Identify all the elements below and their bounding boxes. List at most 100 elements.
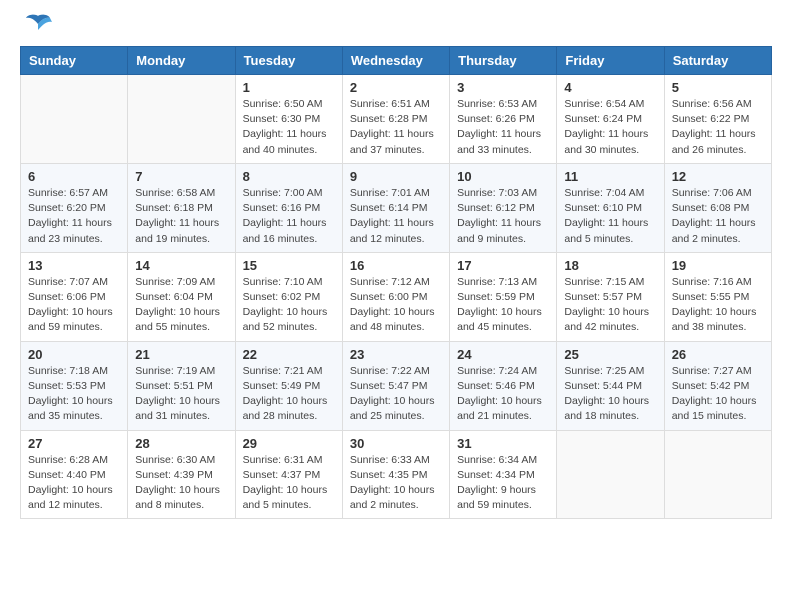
day-number: 29 — [243, 436, 335, 451]
day-number: 13 — [28, 258, 120, 273]
day-info: Sunrise: 7:10 AMSunset: 6:02 PMDaylight:… — [243, 275, 335, 336]
day-number: 1 — [243, 80, 335, 95]
day-number: 2 — [350, 80, 442, 95]
calendar-cell: 17Sunrise: 7:13 AMSunset: 5:59 PMDayligh… — [450, 252, 557, 341]
weekday-header: Thursday — [450, 47, 557, 75]
day-info: Sunrise: 7:19 AMSunset: 5:51 PMDaylight:… — [135, 364, 227, 425]
day-number: 15 — [243, 258, 335, 273]
weekday-header: Sunday — [21, 47, 128, 75]
day-number: 21 — [135, 347, 227, 362]
logo-bird-icon — [24, 14, 52, 36]
day-info: Sunrise: 7:12 AMSunset: 6:00 PMDaylight:… — [350, 275, 442, 336]
calendar-cell: 25 Sunrise: 7:25 AMSunset: 5:44 PMDayligh… — [557, 341, 664, 430]
calendar-cell: 23 Sunrise: 7:22 AMSunset: 5:47 PMDayligh… — [342, 341, 449, 430]
day-number: 18 — [564, 258, 656, 273]
day-number: 11 — [564, 169, 656, 184]
day-number: 27 — [28, 436, 120, 451]
day-info: Sunrise: 6:58 AMSunset: 6:18 PMDaylight:… — [135, 186, 227, 247]
day-number: 31 — [457, 436, 549, 451]
day-info: Sunrise: 7:21 AMSunset: 5:49 PMDaylight:… — [243, 364, 335, 425]
calendar-cell: 8 Sunrise: 7:00 AMSunset: 6:16 PMDaylight… — [235, 163, 342, 252]
day-number: 8 — [243, 169, 335, 184]
calendar-week-row: 1 Sunrise: 6:50 AMSunset: 6:30 PMDaylight… — [21, 75, 772, 164]
day-number: 10 — [457, 169, 549, 184]
calendar-cell: 4 Sunrise: 6:54 AMSunset: 6:24 PMDaylight… — [557, 75, 664, 164]
day-info: Sunrise: 7:16 AMSunset: 5:55 PMDaylight:… — [672, 275, 764, 336]
day-number: 16 — [350, 258, 442, 273]
calendar-cell: 27Sunrise: 6:28 AMSunset: 4:40 PMDayligh… — [21, 430, 128, 519]
calendar-cell: 7 Sunrise: 6:58 AMSunset: 6:18 PMDaylight… — [128, 163, 235, 252]
calendar-cell: 18 Sunrise: 7:15 AMSunset: 5:57 PMDayligh… — [557, 252, 664, 341]
calendar-cell: 26 Sunrise: 7:27 AMSunset: 5:42 PMDayligh… — [664, 341, 771, 430]
day-info: Sunrise: 7:01 AMSunset: 6:14 PMDaylight:… — [350, 186, 442, 247]
day-info: Sunrise: 6:51 AMSunset: 6:28 PMDaylight:… — [350, 97, 442, 158]
calendar-cell: 24 Sunrise: 7:24 AMSunset: 5:46 PMDayligh… — [450, 341, 557, 430]
day-number: 7 — [135, 169, 227, 184]
weekday-header: Friday — [557, 47, 664, 75]
calendar-cell: 16 Sunrise: 7:12 AMSunset: 6:00 PMDayligh… — [342, 252, 449, 341]
day-info: Sunrise: 6:50 AMSunset: 6:30 PMDaylight:… — [243, 97, 335, 158]
day-number: 20 — [28, 347, 120, 362]
day-number: 24 — [457, 347, 549, 362]
calendar-cell: 1 Sunrise: 6:50 AMSunset: 6:30 PMDaylight… — [235, 75, 342, 164]
calendar-cell: 12 Sunrise: 7:06 AMSunset: 6:08 PMDayligh… — [664, 163, 771, 252]
calendar-cell: 20 Sunrise: 7:18 AMSunset: 5:53 PMDayligh… — [21, 341, 128, 430]
calendar-cell — [21, 75, 128, 164]
day-number: 12 — [672, 169, 764, 184]
day-info: Sunrise: 7:18 AMSunset: 5:53 PMDaylight:… — [28, 364, 120, 425]
day-info: Sunrise: 6:30 AMSunset: 4:39 PMDaylight:… — [135, 453, 227, 514]
weekday-header: Tuesday — [235, 47, 342, 75]
day-info: Sunrise: 6:54 AMSunset: 6:24 PMDaylight:… — [564, 97, 656, 158]
day-info: Sunrise: 7:03 AMSunset: 6:12 PMDaylight:… — [457, 186, 549, 247]
day-number: 14 — [135, 258, 227, 273]
calendar-cell: 5 Sunrise: 6:56 AMSunset: 6:22 PMDaylight… — [664, 75, 771, 164]
page-header — [20, 20, 772, 36]
calendar-cell: 3 Sunrise: 6:53 AMSunset: 6:26 PMDaylight… — [450, 75, 557, 164]
day-info: Sunrise: 7:09 AMSunset: 6:04 PMDaylight:… — [135, 275, 227, 336]
calendar-cell: 14 Sunrise: 7:09 AMSunset: 6:04 PMDayligh… — [128, 252, 235, 341]
calendar-cell: 28 Sunrise: 6:30 AMSunset: 4:39 PMDayligh… — [128, 430, 235, 519]
calendar-cell — [664, 430, 771, 519]
day-number: 5 — [672, 80, 764, 95]
calendar-cell: 6 Sunrise: 6:57 AMSunset: 6:20 PMDaylight… — [21, 163, 128, 252]
day-info: Sunrise: 7:06 AMSunset: 6:08 PMDaylight:… — [672, 186, 764, 247]
day-info: Sunrise: 7:24 AMSunset: 5:46 PMDaylight:… — [457, 364, 549, 425]
calendar-cell — [557, 430, 664, 519]
calendar-week-row: 20 Sunrise: 7:18 AMSunset: 5:53 PMDayligh… — [21, 341, 772, 430]
day-info: Sunrise: 6:57 AMSunset: 6:20 PMDaylight:… — [28, 186, 120, 247]
calendar-cell: 31 Sunrise: 6:34 AMSunset: 4:34 PMDayligh… — [450, 430, 557, 519]
day-info: Sunrise: 7:15 AMSunset: 5:57 PMDaylight:… — [564, 275, 656, 336]
day-number: 25 — [564, 347, 656, 362]
calendar-cell: 11 Sunrise: 7:04 AMSunset: 6:10 PMDayligh… — [557, 163, 664, 252]
day-info: Sunrise: 7:00 AMSunset: 6:16 PMDaylight:… — [243, 186, 335, 247]
day-number: 4 — [564, 80, 656, 95]
calendar-week-row: 13 Sunrise: 7:07 AMSunset: 6:06 PMDayligh… — [21, 252, 772, 341]
day-info: Sunrise: 6:31 AMSunset: 4:37 PMDaylight:… — [243, 453, 335, 514]
calendar-cell: 22Sunrise: 7:21 AMSunset: 5:49 PMDayligh… — [235, 341, 342, 430]
day-info: Sunrise: 7:07 AMSunset: 6:06 PMDaylight:… — [28, 275, 120, 336]
calendar-cell — [128, 75, 235, 164]
calendar-cell: 13 Sunrise: 7:07 AMSunset: 6:06 PMDayligh… — [21, 252, 128, 341]
day-number: 17 — [457, 258, 549, 273]
day-info: Sunrise: 6:56 AMSunset: 6:22 PMDaylight:… — [672, 97, 764, 158]
day-number: 26 — [672, 347, 764, 362]
day-number: 6 — [28, 169, 120, 184]
weekday-header: Wednesday — [342, 47, 449, 75]
day-number: 19 — [672, 258, 764, 273]
day-number: 23 — [350, 347, 442, 362]
day-info: Sunrise: 7:22 AMSunset: 5:47 PMDaylight:… — [350, 364, 442, 425]
day-info: Sunrise: 7:27 AMSunset: 5:42 PMDaylight:… — [672, 364, 764, 425]
calendar-table: SundayMondayTuesdayWednesdayThursdayFrid… — [20, 46, 772, 519]
weekday-header: Monday — [128, 47, 235, 75]
calendar-cell: 19 Sunrise: 7:16 AMSunset: 5:55 PMDayligh… — [664, 252, 771, 341]
weekday-header: Saturday — [664, 47, 771, 75]
day-info: Sunrise: 6:34 AMSunset: 4:34 PMDaylight:… — [457, 453, 549, 514]
day-info: Sunrise: 7:25 AMSunset: 5:44 PMDaylight:… — [564, 364, 656, 425]
day-info: Sunrise: 6:53 AMSunset: 6:26 PMDaylight:… — [457, 97, 549, 158]
day-number: 3 — [457, 80, 549, 95]
calendar-cell: 15 Sunrise: 7:10 AMSunset: 6:02 PMDayligh… — [235, 252, 342, 341]
calendar-cell: 10 Sunrise: 7:03 AMSunset: 6:12 PMDayligh… — [450, 163, 557, 252]
calendar-header-row: SundayMondayTuesdayWednesdayThursdayFrid… — [21, 47, 772, 75]
day-number: 28 — [135, 436, 227, 451]
day-info: Sunrise: 7:04 AMSunset: 6:10 PMDaylight:… — [564, 186, 656, 247]
